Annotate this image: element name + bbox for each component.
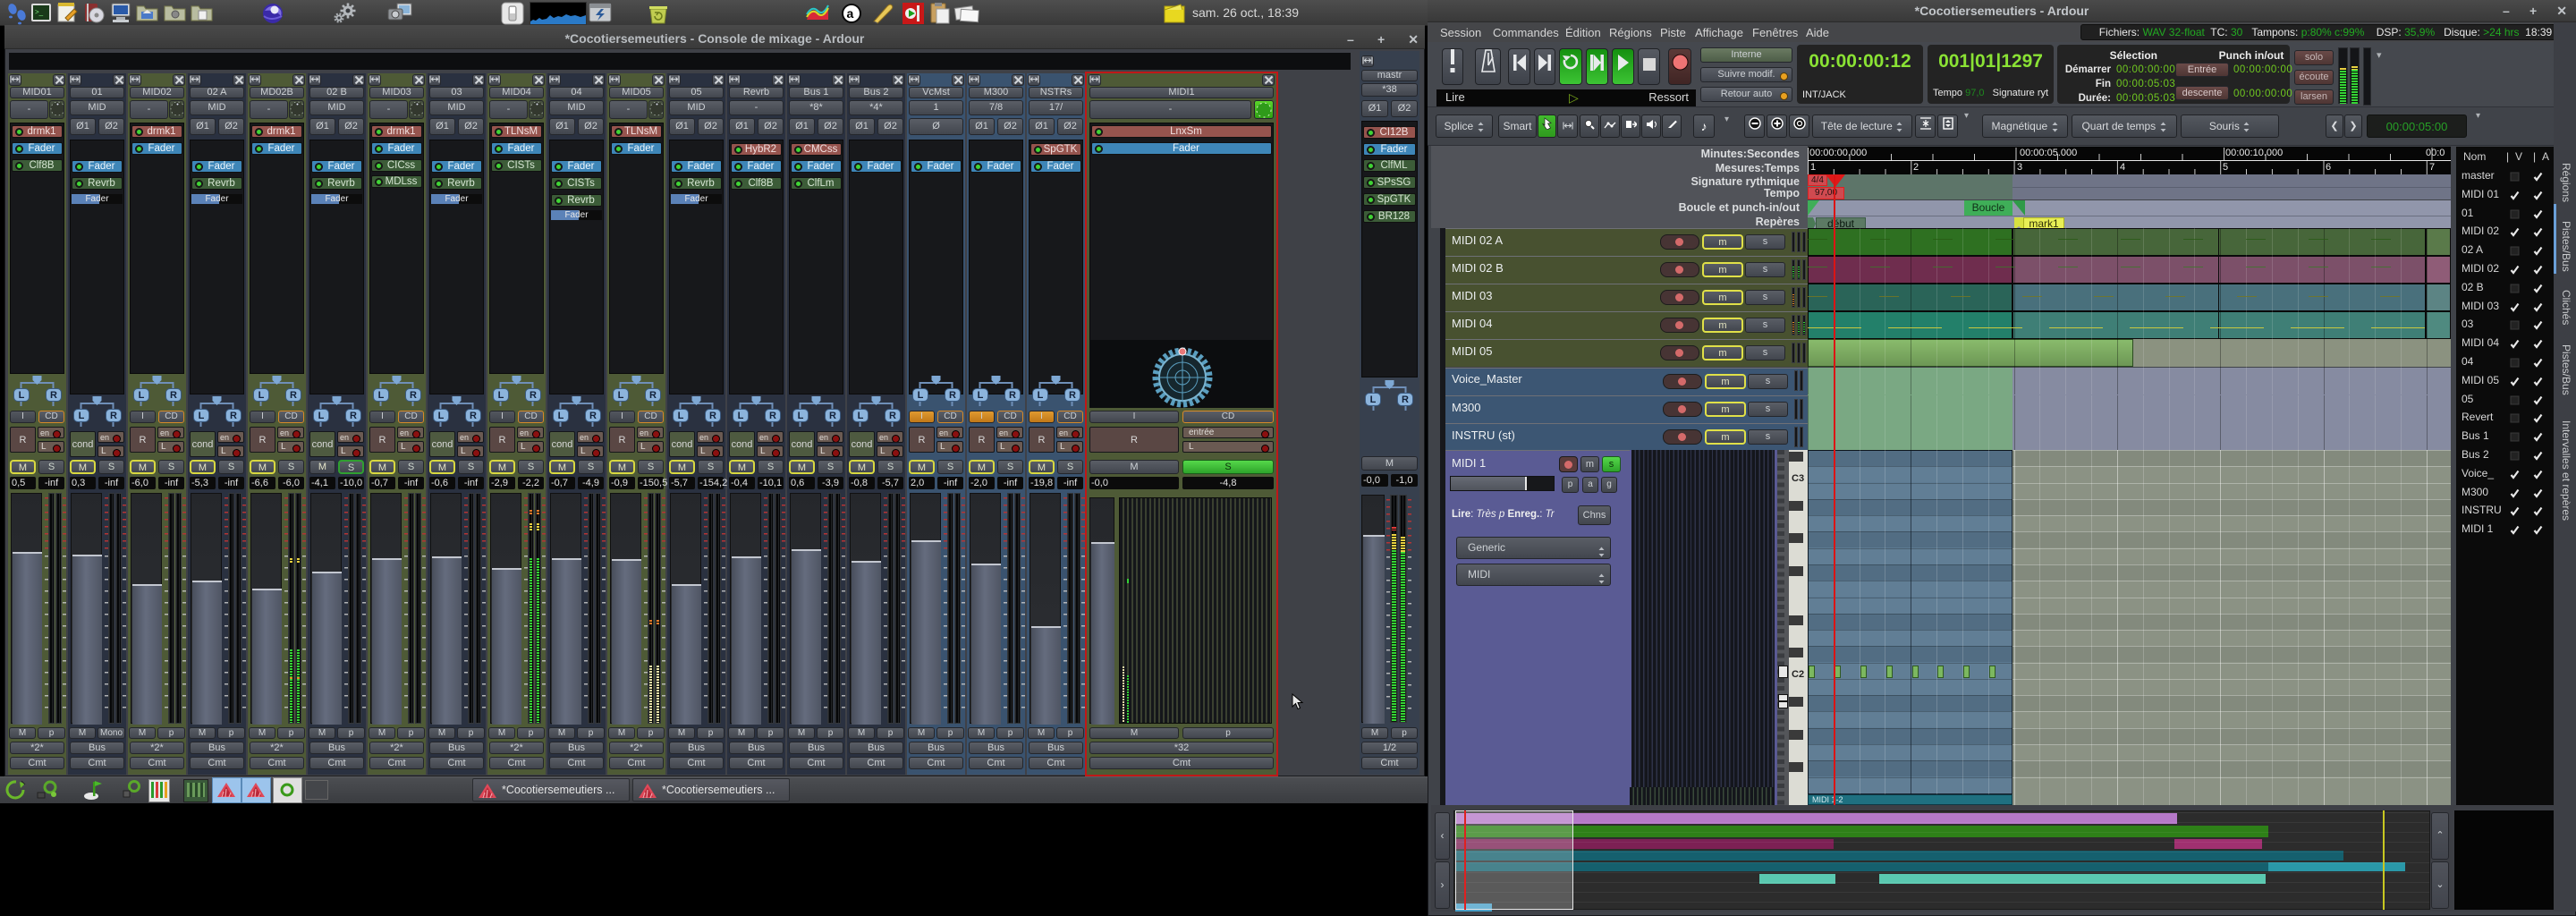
svg-text:>_: >_ [35, 8, 44, 16]
svg-text:a: a [847, 6, 854, 21]
